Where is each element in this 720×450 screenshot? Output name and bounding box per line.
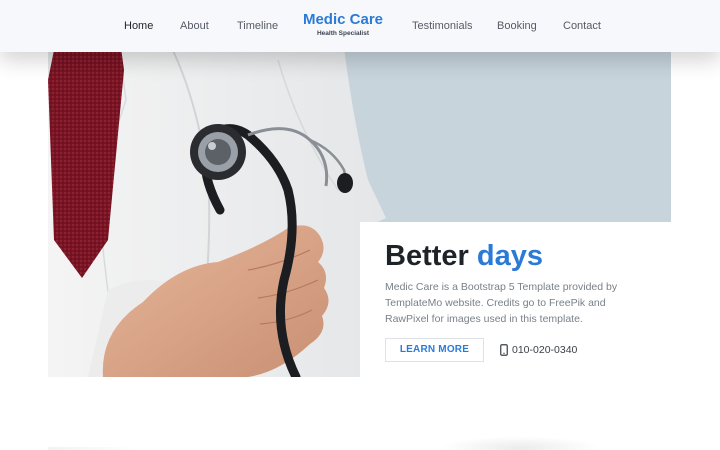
learn-more-button[interactable]: LEARN MORE	[385, 338, 484, 362]
brand-logo[interactable]: Medic Care Health Specialist	[300, 11, 386, 38]
brand-name: Medic Care	[302, 11, 384, 28]
navbar: Home About Timeline Medic Care Health Sp…	[0, 0, 720, 52]
nav-about-link[interactable]: About	[180, 19, 209, 33]
nav-timeline-link[interactable]: Timeline	[237, 19, 278, 33]
nav-home-link[interactable]: Home	[124, 19, 153, 33]
nav-contact-link[interactable]: Contact	[563, 19, 601, 33]
hero-title: Better days	[385, 238, 543, 274]
hero-title-accent: days	[476, 240, 543, 272]
decorative-shadow	[440, 436, 600, 450]
nav-testimonials-link[interactable]: Testimonials	[412, 19, 473, 33]
mobile-phone-icon	[500, 344, 508, 356]
hero-title-main: Better	[385, 240, 469, 272]
nav-booking-link[interactable]: Booking	[497, 19, 537, 33]
brand-tagline: Health Specialist	[316, 30, 370, 37]
hero-info-card: Better days Medic Care is a Bootstrap 5 …	[360, 222, 672, 382]
hero-description: Medic Care is a Bootstrap 5 Template pro…	[385, 281, 618, 325]
phone-number[interactable]: 010-020-0340	[512, 344, 577, 357]
